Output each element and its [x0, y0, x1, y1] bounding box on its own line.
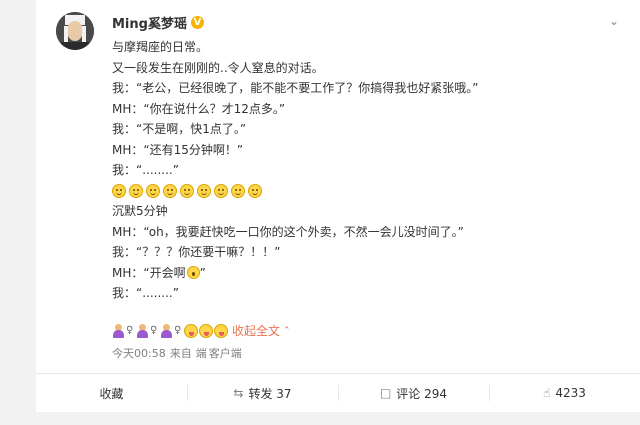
comment-label: 评论 294: [396, 386, 448, 401]
post-line: 我：“不是啊，快1点了。”: [112, 122, 247, 136]
post-content: 与摩羯座的日常。 又一段发生在刚刚的..令人窒息的对话。 我：“老公，已经很晚了…: [112, 37, 612, 304]
post-line: 我：“........”: [112, 286, 179, 300]
post-line: MH：“你在说什么？才12点多。”: [112, 101, 286, 116]
thumbs-up-icon: ☝: [543, 386, 551, 400]
smile-emoji-icon: [163, 183, 177, 198]
author-row: Ming奚梦瑶 V: [112, 12, 204, 32]
comment-button[interactable]: □ 评论 294: [338, 374, 489, 412]
emoji-row: [112, 181, 612, 202]
female-sign-icon: ♀: [174, 324, 182, 336]
person-facepalm-icon: [160, 323, 172, 338]
tongue-emoji-icon: [184, 323, 198, 338]
smile-emoji-icon: [180, 183, 194, 198]
post-line: 我：“老公，已经很晚了，能不能不要工作了？你搞得我也好紧张哦。”: [112, 81, 479, 95]
person-facepalm-icon: [112, 323, 124, 338]
post-line: 我：“？？？你还要干嘛？！！”: [112, 245, 281, 259]
collapse-full-text-link[interactable]: 收起全文: [232, 322, 280, 339]
female-sign-icon: ♀: [150, 324, 158, 336]
chevron-down-icon[interactable]: ⌄: [606, 14, 622, 28]
username[interactable]: Ming奚梦瑶: [112, 13, 187, 32]
chevron-up-icon[interactable]: ⌃: [283, 326, 291, 336]
post-line: 与摩羯座的日常。: [112, 40, 209, 54]
repost-button[interactable]: ⇆ 转发 37: [187, 374, 338, 412]
smile-emoji-icon: [146, 183, 160, 198]
weibo-post-card: Ming奚梦瑶 V ⌄ 与摩羯座的日常。 又一段发生在刚刚的..令人窒息的对话。…: [36, 0, 640, 425]
smile-emoji-icon: [248, 183, 262, 198]
action-bar: 收藏 ⇆ 转发 37 □ 评论 294 ☝ 4233: [36, 374, 640, 412]
post-line: 沉默5分钟: [112, 204, 168, 218]
feed-gap: [36, 412, 640, 425]
post-line-meeting: MH：“开会啊 ”: [112, 263, 612, 284]
client-label[interactable]: 客户端: [209, 345, 242, 361]
post-footer-emojis: ♀ ♀ ♀ 收起全文 ⌃: [112, 322, 291, 339]
avatar[interactable]: [56, 12, 94, 50]
post-line: MH：“oh，我要赶快吃一口你的这个外卖，不然一会儿没时间了。”: [112, 224, 464, 239]
post-meta: 今天00:58 来自 端 客户端: [112, 345, 242, 361]
post-line: 又一段发生在刚刚的..令人窒息的对话。: [112, 60, 324, 75]
like-count: 4233: [555, 386, 586, 400]
meeting-text-end: ”: [199, 265, 206, 280]
repost-label: 转发 37: [248, 386, 292, 401]
like-button[interactable]: ☝ 4233: [489, 374, 640, 412]
scream-emoji-icon: [186, 265, 200, 279]
comment-icon: □: [379, 386, 392, 400]
smile-emoji-icon: [231, 183, 245, 198]
from-label: 来自: [169, 347, 192, 360]
repost-icon: ⇆: [233, 386, 244, 400]
tongue-emoji-icon: [214, 323, 228, 338]
favorite-label: 收藏: [99, 386, 124, 401]
person-facepalm-icon: [136, 323, 148, 338]
source-icon: 端: [195, 347, 207, 360]
smile-emoji-icon: [197, 183, 211, 198]
female-sign-icon: ♀: [126, 324, 134, 336]
verified-badge-icon: V: [190, 15, 204, 29]
favorite-button[interactable]: 收藏: [36, 374, 187, 412]
tongue-emoji-icon: [199, 323, 213, 338]
post-time[interactable]: 今天00:58: [112, 345, 166, 361]
smile-emoji-icon: [112, 183, 126, 198]
post-line: 我：“........”: [112, 163, 179, 177]
smile-emoji-icon: [129, 183, 143, 198]
meeting-text: MH：“开会啊: [112, 265, 186, 280]
post-line: MH：“还有15分钟啊！”: [112, 142, 244, 157]
smile-emoji-icon: [214, 183, 228, 198]
